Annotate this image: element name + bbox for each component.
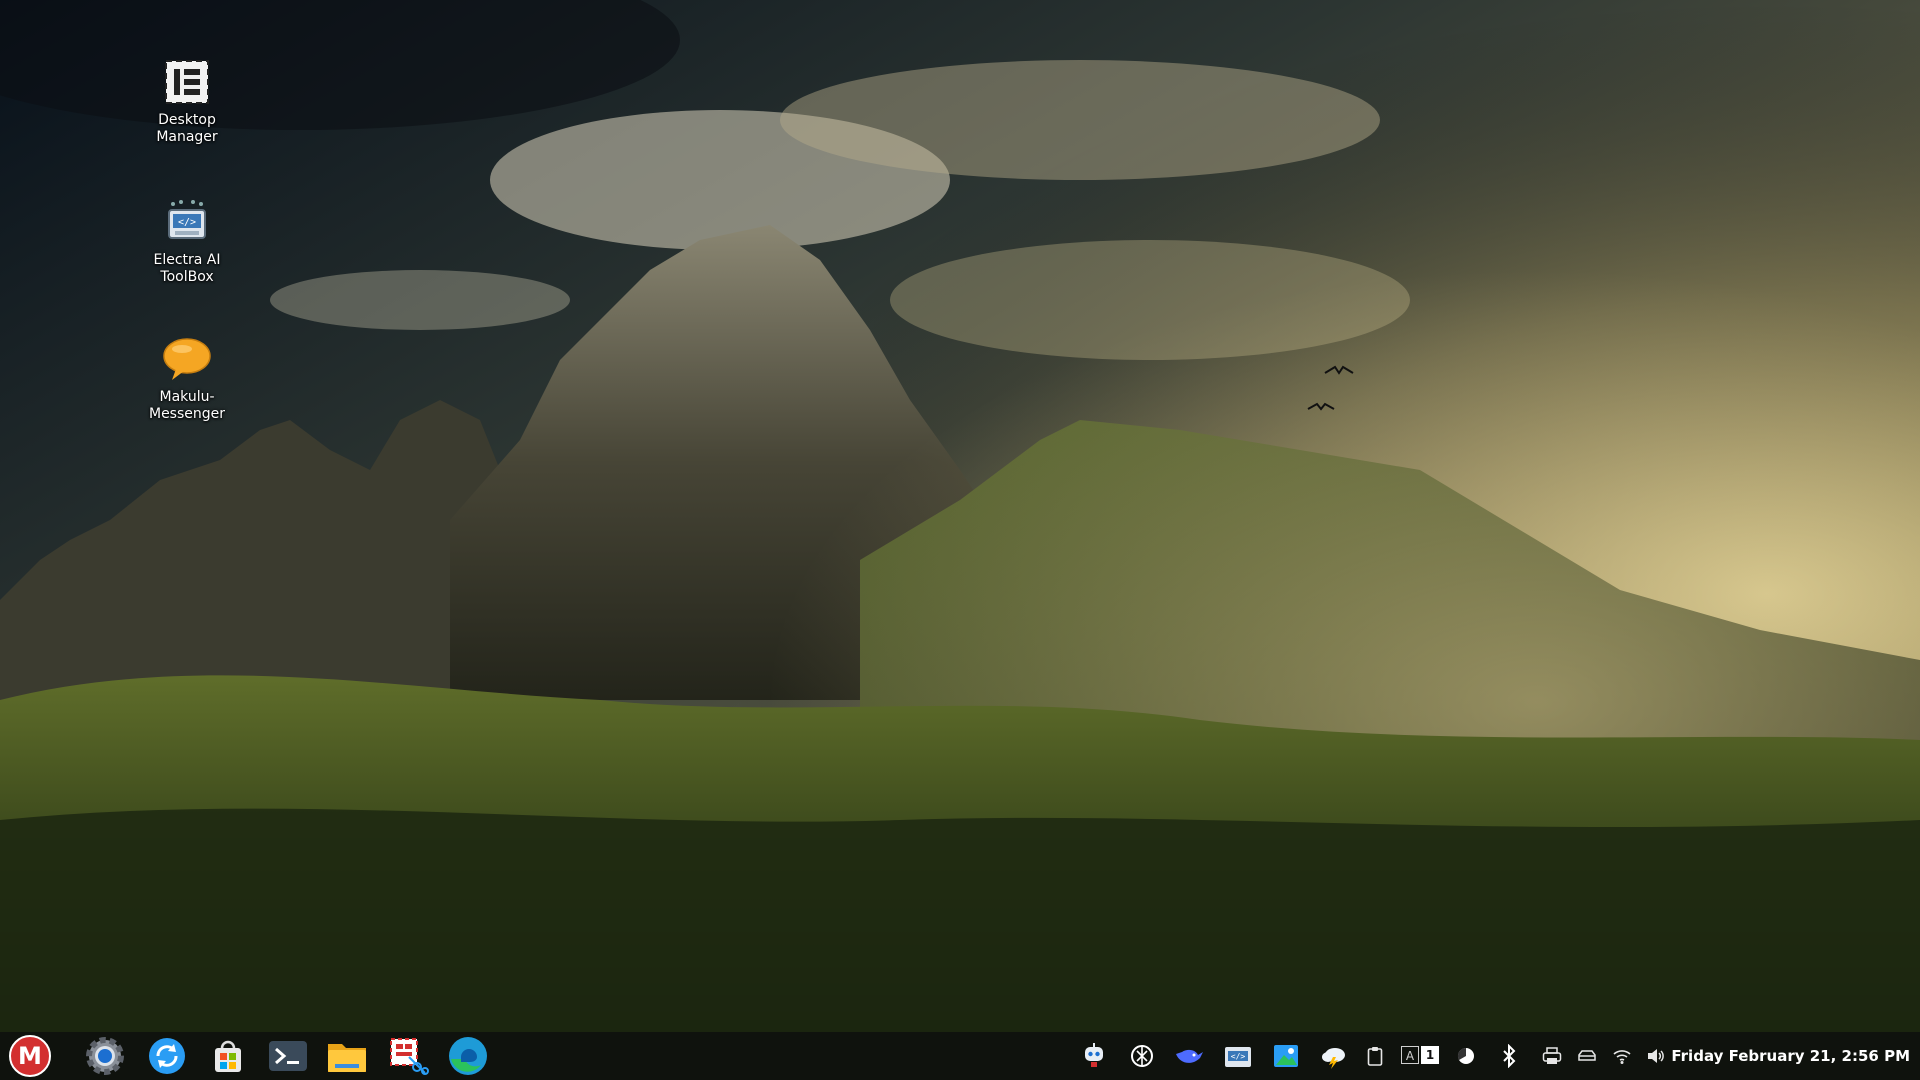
weather-icon: [1322, 1048, 1345, 1069]
taskbar-app-edge[interactable]: [446, 1036, 490, 1076]
keyboard-layout-a[interactable]: A: [1401, 1046, 1419, 1064]
volume-icon: [1648, 1049, 1664, 1063]
edge-browser-icon: [449, 1037, 487, 1075]
screenshot-tool-icon: [390, 1038, 429, 1075]
drive-icon: [1578, 1050, 1596, 1061]
settings-gear-icon: [86, 1037, 124, 1075]
desktop-manager-icon: [161, 56, 213, 108]
taskbar-app-software-store[interactable]: [206, 1036, 250, 1076]
tray-power-manager[interactable]: [1454, 1044, 1478, 1068]
power-manager-icon: [1457, 1047, 1474, 1064]
chat-bubble-icon: [161, 333, 213, 385]
tray-image-viewer[interactable]: [1271, 1041, 1301, 1071]
tray-weather[interactable]: [1319, 1041, 1349, 1071]
start-menu-button[interactable]: M: [8, 1035, 52, 1077]
tray-drive[interactable]: [1575, 1044, 1599, 1068]
bluetooth-icon: [1503, 1044, 1516, 1068]
tray-openai[interactable]: [1127, 1041, 1157, 1071]
svg-text:</>: </>: [178, 217, 196, 228]
assistant-robot-icon: [1085, 1043, 1103, 1067]
update-sync-icon: [149, 1038, 185, 1074]
image-viewer-icon: [1274, 1045, 1298, 1067]
taskbar-app-settings[interactable]: [83, 1036, 127, 1076]
wallpaper: [0, 0, 1920, 1080]
desktop[interactable]: Desktop Manager </> Electra AI ToolBox M…: [0, 0, 1920, 1080]
tray-code-editor[interactable]: </>: [1223, 1041, 1253, 1071]
desktop-icon-electra-ai-toolbox[interactable]: </> Electra AI ToolBox: [127, 196, 247, 286]
terminal-icon: [269, 1041, 307, 1071]
taskbar-app-terminal[interactable]: [266, 1036, 310, 1076]
desktop-icon-label: Makulu- Messenger: [148, 389, 226, 422]
tray-clipboard[interactable]: [1363, 1044, 1387, 1068]
start-letter: M: [18, 1042, 42, 1070]
makulu-start-icon: M: [9, 1035, 51, 1077]
taskbar-app-file-manager[interactable]: [325, 1036, 369, 1076]
tray-printer[interactable]: [1540, 1044, 1564, 1068]
keyboard-layout-b[interactable]: 1: [1421, 1046, 1439, 1064]
taskbar-app-screenshot[interactable]: [386, 1036, 430, 1076]
tray-deepseek[interactable]: [1174, 1041, 1204, 1071]
tray-bluetooth[interactable]: [1497, 1044, 1521, 1068]
printer-icon: [1542, 1047, 1562, 1064]
deepseek-whale-icon: [1176, 1049, 1203, 1063]
taskbar: M </> A 1 Friday February 21, 2:56 PM: [0, 1032, 1920, 1080]
ai-toolbox-icon: </>: [161, 196, 213, 248]
openai-icon: [1131, 1045, 1153, 1067]
taskbar-clock[interactable]: Friday February 21, 2:56 PM: [1671, 1032, 1910, 1080]
desktop-icon-label: Electra AI ToolBox: [153, 252, 221, 285]
desktop-icon-desktop-manager[interactable]: Desktop Manager: [127, 56, 247, 146]
wifi-icon: [1613, 1050, 1631, 1064]
desktop-icon-makulu-messenger[interactable]: Makulu- Messenger: [127, 333, 247, 423]
code-editor-icon: </>: [1225, 1047, 1251, 1067]
file-manager-icon: [328, 1044, 366, 1072]
software-store-icon: [215, 1040, 241, 1072]
clipboard-icon: [1367, 1047, 1383, 1066]
tray-wifi[interactable]: [1610, 1044, 1634, 1068]
svg-text:</>: </>: [1231, 1052, 1246, 1061]
taskbar-app-update[interactable]: [145, 1036, 189, 1076]
tray-assistant[interactable]: [1079, 1041, 1109, 1071]
tray-volume[interactable]: [1644, 1044, 1668, 1068]
desktop-icon-label: Desktop Manager: [156, 112, 218, 145]
